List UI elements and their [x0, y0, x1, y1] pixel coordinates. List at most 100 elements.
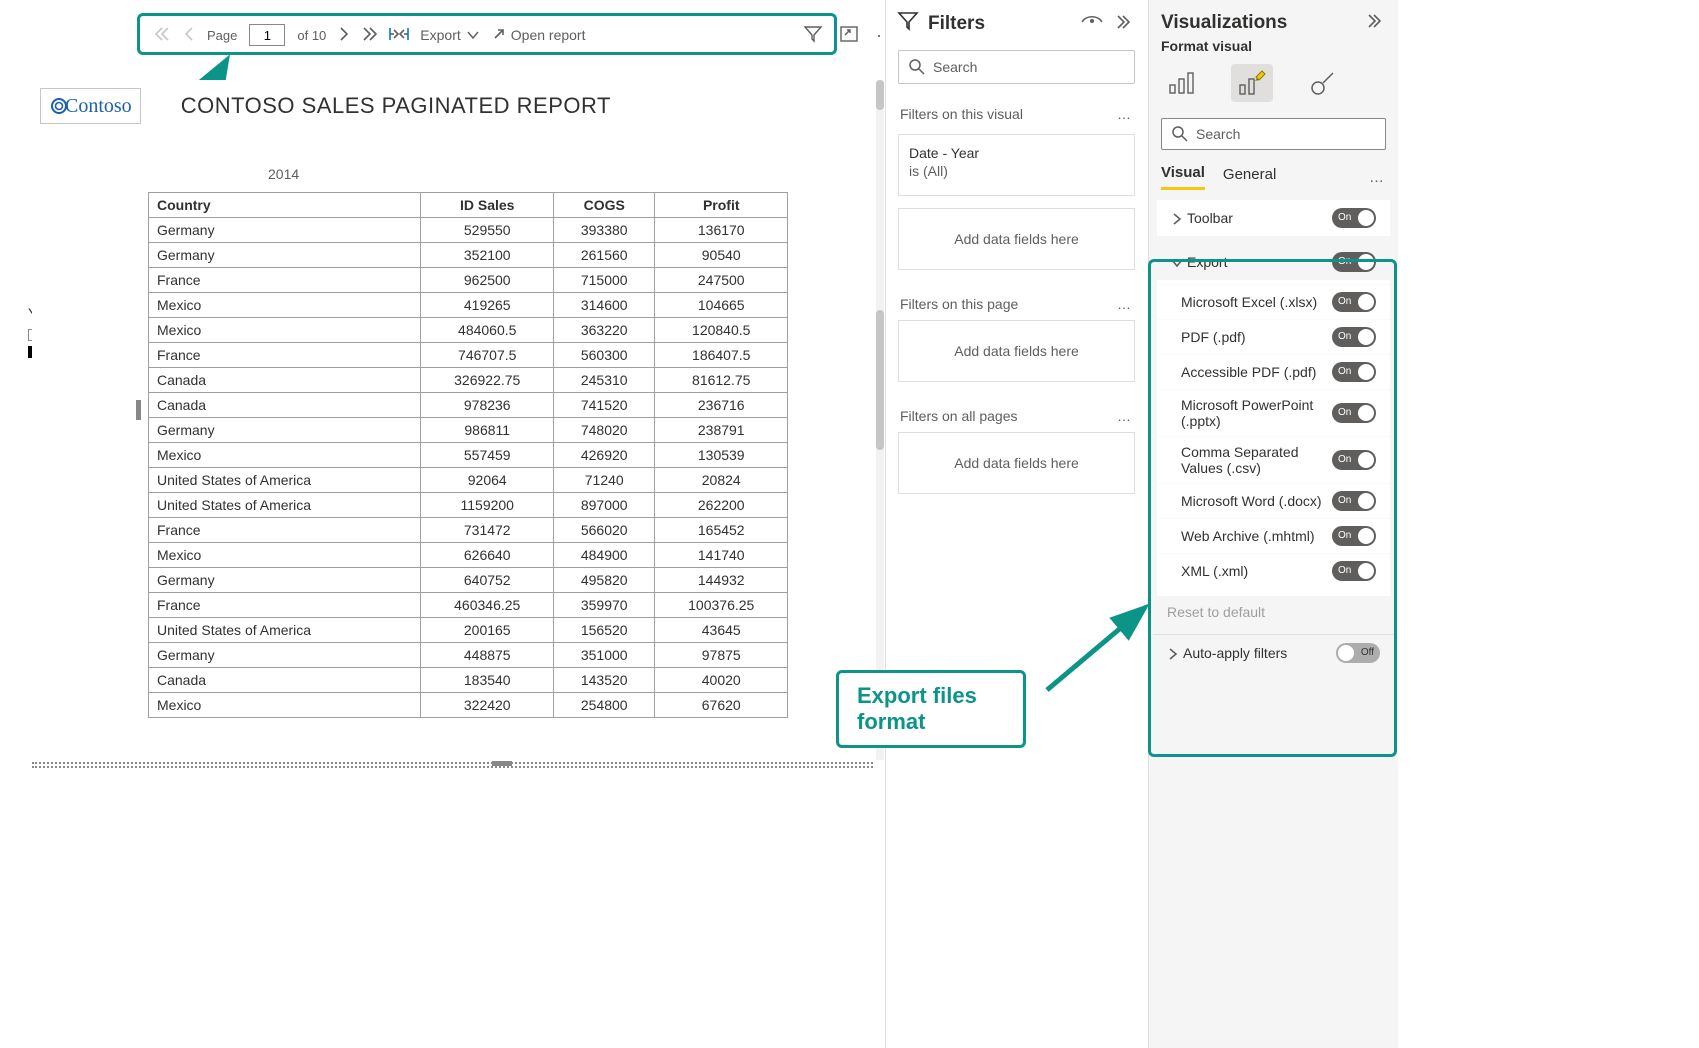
viz-search-placeholder: Search: [1196, 126, 1240, 142]
table-cell: 393380: [553, 218, 654, 243]
tab-more-icon[interactable]: …: [1369, 169, 1386, 186]
analytics-tab[interactable]: [1301, 64, 1343, 102]
last-page-icon[interactable]: [362, 27, 378, 44]
filter-slot-all[interactable]: Add data fields here: [898, 432, 1135, 494]
table-cell: 484060.5: [421, 318, 554, 343]
page-number-input[interactable]: [249, 24, 285, 46]
next-page-icon[interactable]: [338, 27, 350, 44]
table-cell: Germany: [149, 568, 421, 593]
format-visual-tab[interactable]: [1231, 64, 1273, 102]
filters-all-more-icon[interactable]: …: [1117, 408, 1133, 424]
chevron-right-icon: [1171, 213, 1183, 225]
format-group-toolbar[interactable]: Toolbar On: [1157, 200, 1390, 236]
table-cell: 81612.75: [655, 368, 788, 393]
open-report-button[interactable]: Open report: [491, 27, 586, 43]
table-cell: 748020: [553, 418, 654, 443]
table-cell: Germany: [149, 643, 421, 668]
table-row: Germany35210026156090540: [149, 243, 788, 268]
collapse-pane-icon[interactable]: [1117, 13, 1135, 35]
table-cell: Canada: [149, 368, 421, 393]
table-cell: 557459: [421, 443, 554, 468]
table-cell: United States of America: [149, 618, 421, 643]
table-row: United States of America920647124020824: [149, 468, 788, 493]
table-cell: 245310: [553, 368, 654, 393]
table-header: ID Sales: [421, 193, 554, 218]
filters-search-placeholder: Search: [933, 59, 977, 75]
table-cell: 897000: [553, 493, 654, 518]
table-cell: 40020: [655, 668, 788, 693]
table-cell: 626640: [421, 543, 554, 568]
first-page-icon[interactable]: [155, 27, 171, 44]
table-row: France731472566020165452: [149, 518, 788, 543]
paginated-report-visual[interactable]: Contoso CONTOSO SALES PAGINATED REPORT 2…: [32, 80, 873, 760]
viz-search[interactable]: Search: [1161, 118, 1386, 150]
show-hide-icon[interactable]: [1081, 13, 1103, 35]
filters-page-more-icon[interactable]: …: [1117, 296, 1133, 312]
table-row: Canada326922.7524531081612.75: [149, 368, 788, 393]
focus-mode-icon[interactable]: [840, 26, 858, 45]
table-cell: Germany: [149, 418, 421, 443]
table-row: Canada18354014352040020: [149, 668, 788, 693]
table-cell: 363220: [553, 318, 654, 343]
table-cell: 746707.5: [421, 343, 554, 368]
page-label: Page: [207, 28, 237, 43]
table-cell: United States of America: [149, 468, 421, 493]
contoso-logo: Contoso: [40, 88, 141, 124]
table-cell: 238791: [655, 418, 788, 443]
filters-search[interactable]: Search: [898, 50, 1135, 84]
table-cell: 156520: [553, 618, 654, 643]
table-cell: 67620: [655, 693, 788, 718]
table-cell: 100376.25: [655, 593, 788, 618]
table-cell: 1159200: [421, 493, 554, 518]
table-cell: Canada: [149, 393, 421, 418]
filters-title: Filters: [928, 13, 985, 35]
tab-visual[interactable]: Visual: [1161, 164, 1205, 190]
table-cell: 136170: [655, 218, 788, 243]
horizontal-scrollbar[interactable]: [32, 762, 873, 768]
table-cell: France: [149, 343, 421, 368]
table-cell: 419265: [421, 293, 554, 318]
filter-card-date-year[interactable]: Date - Year is (All): [898, 134, 1135, 196]
tab-general[interactable]: General: [1223, 166, 1276, 189]
table-cell: 460346.25: [421, 593, 554, 618]
resize-handle-left[interactable]: [136, 400, 141, 420]
filter-slot-visual[interactable]: Add data fields here: [898, 208, 1135, 270]
table-row: Germany529550393380136170: [149, 218, 788, 243]
annotation-export-callout: Export files format: [836, 670, 1026, 748]
table-cell: France: [149, 518, 421, 543]
table-cell: 200165: [421, 618, 554, 643]
table-cell: 254800: [553, 693, 654, 718]
table-row: Mexico626640484900141740: [149, 543, 788, 568]
build-visual-tab[interactable]: [1161, 64, 1203, 102]
collapse-pane-icon[interactable]: [1368, 12, 1386, 34]
table-header: Profit: [655, 193, 788, 218]
toggle-toolbar[interactable]: On: [1332, 208, 1376, 228]
table-cell: France: [149, 268, 421, 293]
table-cell: Mexico: [149, 293, 421, 318]
table-cell: 314600: [553, 293, 654, 318]
report-title: CONTOSO SALES PAGINATED REPORT: [181, 93, 611, 119]
table-cell: Mexico: [149, 318, 421, 343]
format-visual-subtitle: Format visual: [1149, 38, 1398, 62]
table-cell: 560300: [553, 343, 654, 368]
table-cell: 261560: [553, 243, 654, 268]
filter-icon[interactable]: [804, 26, 822, 45]
resize-handle-bottom[interactable]: [492, 761, 512, 766]
table-cell: 144932: [655, 568, 788, 593]
table-cell: Germany: [149, 243, 421, 268]
vertical-scrollbar[interactable]: [876, 80, 884, 760]
table-cell: 43645: [655, 618, 788, 643]
table-row: France962500715000247500: [149, 268, 788, 293]
table-row: Germany44887535100097875: [149, 643, 788, 668]
export-button[interactable]: Export: [420, 27, 478, 43]
table-cell: 495820: [553, 568, 654, 593]
table-cell: 986811: [421, 418, 554, 443]
prev-page-icon[interactable]: [183, 27, 195, 44]
table-row: Germany640752495820144932: [149, 568, 788, 593]
sales-table: CountryID SalesCOGSProfit Germany5295503…: [148, 192, 788, 718]
filter-slot-page[interactable]: Add data fields here: [898, 320, 1135, 382]
filters-visual-more-icon[interactable]: …: [1117, 106, 1133, 122]
table-cell: France: [149, 593, 421, 618]
table-cell: 741520: [553, 393, 654, 418]
fit-width-icon[interactable]: [390, 27, 408, 44]
